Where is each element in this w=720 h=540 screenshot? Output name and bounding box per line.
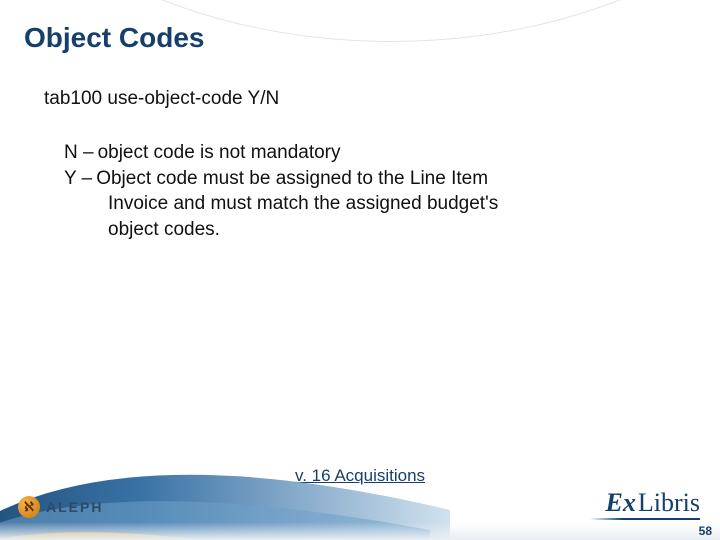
decorative-bottom-bar [0,522,720,540]
exlibris-libris: Libris [638,488,700,517]
footer-caption: v. 16 Acquisitions [0,466,720,486]
definition-n-key: N – [64,140,94,166]
definition-y-key: Y – [64,166,92,192]
content-area: Object Codes tab100 use-object-code Y/N … [0,0,720,540]
definition-n-value: object code is not mandatory [94,140,341,166]
exlibris-underline [590,518,700,520]
definition-y-value-line2: Invoice and must match the assigned budg… [64,191,624,217]
page-title: Object Codes [24,22,700,54]
subheading: tab100 use-object-code Y/N [44,88,700,110]
definition-list: N – object code is not mandatory Y – Obj… [64,140,624,243]
definition-y-value-line3: object codes. [64,217,624,243]
aleph-icon: ℵ [18,496,40,518]
page-number: 58 [699,524,712,538]
definition-n: N – object code is not mandatory [64,140,624,166]
slide: Object Codes tab100 use-object-code Y/N … [0,0,720,540]
definition-y-value-line1: Object code must be assigned to the Line… [92,166,488,192]
exlibris-ex: Ex [606,488,638,517]
exlibris-logo: ExLibris [606,488,700,518]
aleph-logo: ℵ ALEPH [18,496,103,518]
definition-y-line1: Y – Object code must be assigned to the … [64,166,624,192]
aleph-wordmark: ALEPH [46,499,103,515]
